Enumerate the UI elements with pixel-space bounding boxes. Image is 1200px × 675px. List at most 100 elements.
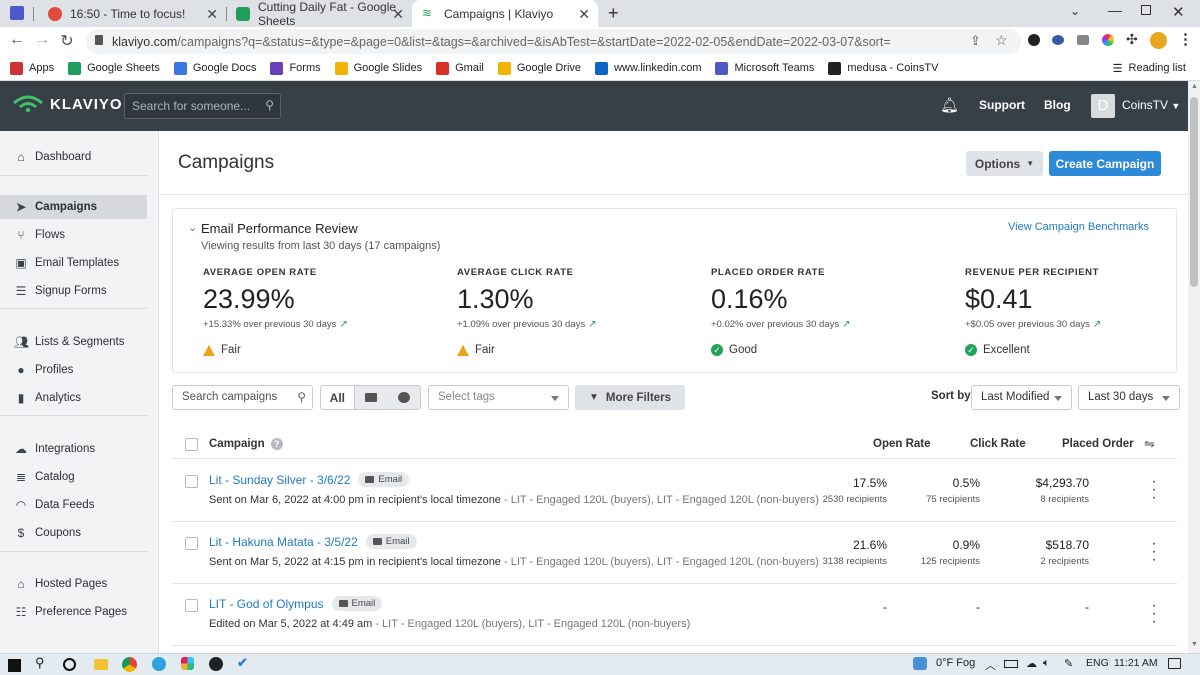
profile-avatar-icon[interactable]	[1150, 32, 1167, 49]
sidebar-item-campaigns[interactable]: ➤ Campaigns	[0, 195, 147, 219]
minimize-button[interactable]: —	[1108, 2, 1122, 18]
campaign-name-link[interactable]: Lit - Sunday Silver - 3/6/22	[209, 473, 350, 487]
scroll-up-arrow-icon[interactable]: ▲	[1191, 83, 1198, 90]
browser-menu-icon[interactable]: ⋮	[1178, 30, 1193, 48]
obs-icon[interactable]	[209, 657, 223, 671]
col-campaign[interactable]: Campaign ?	[209, 438, 283, 450]
forward-icon[interactable]: →	[32, 31, 52, 49]
sidebar-item-dashboard[interactable]: ⌂ Dashboard	[0, 145, 147, 169]
search-someone-input[interactable]: Search for someone... ⚲	[124, 93, 281, 119]
campaign-name-link[interactable]: LIT - God of Olympus	[209, 597, 324, 611]
performance-title[interactable]: Email Performance Review	[201, 221, 358, 236]
avatar[interactable]: D	[1091, 94, 1115, 118]
tags-select[interactable]: Select tags	[428, 385, 569, 410]
lock-icon[interactable]	[95, 35, 103, 45]
reading-list[interactable]: ☰ Reading list	[1113, 62, 1186, 75]
view-benchmarks-link[interactable]: View Campaign Benchmarks	[1008, 221, 1149, 233]
language-indicator[interactable]: ENG	[1086, 657, 1109, 669]
back-icon[interactable]: ←	[7, 31, 27, 49]
sidebar-item-analytics[interactable]: ▮ Analytics	[0, 386, 147, 410]
campaign-name-link[interactable]: Lit - Hakuna Matata - 3/5/22	[209, 535, 358, 549]
bookmark-star-icon[interactable]: ☆	[995, 32, 1008, 49]
notifications-icon[interactable]	[1168, 658, 1181, 669]
slack-icon[interactable]	[181, 657, 194, 670]
date-range-select[interactable]: Last 30 days	[1078, 385, 1180, 410]
sidebar-item-lists-segments[interactable]: 👥︎ Lists & Segments	[0, 330, 147, 354]
row-checkbox[interactable]	[185, 599, 198, 612]
help-icon[interactable]: ?	[270, 438, 283, 450]
sidebar-item-signup-forms[interactable]: ☰ Signup Forms	[0, 279, 147, 303]
window-close-button[interactable]: ✕	[1172, 3, 1185, 21]
sidebar-item-preference-pages[interactable]: ☷ Preference Pages	[0, 600, 147, 624]
pen-icon[interactable]: ✎	[1064, 657, 1073, 670]
telegram-icon[interactable]	[152, 657, 166, 671]
tab-klaviyo[interactable]: ≋ Campaigns | Klaviyo ✕	[412, 0, 598, 27]
bookmark-google-drive[interactable]: Google Drive	[497, 61, 581, 75]
task-view-icon[interactable]	[63, 658, 76, 671]
filter-email[interactable]	[355, 386, 388, 409]
sidebar-item-profiles[interactable]: ● Profiles	[0, 358, 147, 382]
select-all-checkbox[interactable]	[185, 438, 198, 451]
row-menu-icon[interactable]: · · ·	[1150, 598, 1158, 630]
todo-icon[interactable]: ✔	[237, 655, 248, 671]
tab-google-sheets[interactable]: Cutting Daily Fat - Google Sheets ✕	[226, 0, 412, 28]
bookmark-google-sheets[interactable]: Google Sheets	[68, 61, 160, 75]
chrome-icon[interactable]	[122, 657, 137, 672]
more-filters-button[interactable]: ▼ More Filters	[575, 385, 685, 410]
sidebar-item-data-feeds[interactable]: ◠ Data Feeds	[0, 493, 147, 517]
search-icon[interactable]: ⚲	[35, 655, 45, 671]
blog-link[interactable]: Blog	[1044, 98, 1071, 112]
col-placed-order[interactable]: Placed Order	[1062, 438, 1134, 450]
new-tab-button[interactable]: +	[608, 3, 619, 24]
bookmark-microsoft-teams[interactable]: Microsoft Teams	[715, 61, 814, 75]
sidebar-item-email-templates[interactable]: ▣ Email Templates	[0, 251, 147, 275]
table-row[interactable]: Lit - Sunday Silver - 3/6/22 Email Sent on…	[172, 460, 1177, 522]
close-icon[interactable]: ✕	[578, 6, 590, 23]
url-bar[interactable]: klaviyo.com/campaigns?q=&status=&type=&p…	[86, 29, 1021, 54]
collapse-chevron-icon[interactable]: ⌄	[188, 221, 197, 234]
windows-start-icon[interactable]	[8, 659, 21, 672]
file-explorer-icon[interactable]	[94, 659, 108, 670]
klaviyo-logo[interactable]: KLAVIYO	[12, 95, 123, 113]
options-button[interactable]: Options ▼	[966, 151, 1043, 176]
tray-chevron-icon[interactable]: ︿	[985, 657, 996, 673]
sidebar-item-hosted-pages[interactable]: ⌂ Hosted Pages	[0, 572, 147, 596]
row-checkbox[interactable]	[185, 537, 198, 550]
search-campaigns-input[interactable]: Search campaigns ⚲	[172, 385, 313, 410]
table-row[interactable]: Lit - Hakuna Matata - 3/5/22 Email Sent on…	[172, 522, 1177, 584]
bookmark-gmail[interactable]: Gmail	[436, 61, 484, 75]
bookmark-medusa-coinstv[interactable]: medusa - CoinsTV	[828, 61, 938, 75]
clock[interactable]: 11:21 AM	[1114, 657, 1158, 669]
filter-all[interactable]: All	[321, 386, 355, 409]
close-icon[interactable]: ✕	[206, 6, 218, 23]
bookmark-apps[interactable]: Apps	[10, 61, 54, 75]
close-icon[interactable]: ✕	[392, 6, 404, 23]
campaign-name[interactable]: Lit - Sunday Silver - 3/6/22 Email	[209, 472, 410, 487]
camera-icon[interactable]	[1077, 35, 1089, 45]
scroll-down-arrow-icon[interactable]: ▼	[1191, 641, 1198, 648]
bookmark-www-linkedin-com[interactable]: www.linkedin.com	[595, 61, 701, 75]
weather-icon[interactable]	[913, 657, 927, 670]
create-campaign-button[interactable]: Create Campaign	[1049, 151, 1161, 176]
campaign-name[interactable]: LIT - God of Olympus Email	[209, 596, 383, 611]
row-menu-icon[interactable]: · · ·	[1150, 474, 1158, 506]
col-open-rate[interactable]: Open Rate	[873, 438, 931, 450]
color-picker-icon[interactable]	[1102, 34, 1114, 46]
table-row[interactable]: LIT - God of Olympus Email Edited on Mar 5…	[172, 584, 1177, 646]
account-menu[interactable]: CoinsTV ▼	[1122, 98, 1180, 112]
page-scrollbar[interactable]: ▲ ▼	[1188, 81, 1200, 653]
bell-icon[interactable]: 🔔︎	[940, 96, 959, 114]
weather-text[interactable]: 0°F Fog	[936, 657, 975, 669]
campaign-name[interactable]: Lit - Hakuna Matata - 3/5/22 Email	[209, 534, 417, 549]
column-settings-icon[interactable]: ⇋	[1144, 436, 1155, 452]
teams-tab-icon[interactable]	[10, 6, 24, 20]
share-icon[interactable]: ⇪	[970, 33, 981, 49]
volume-icon[interactable]: 🔈︎	[1043, 657, 1050, 670]
support-link[interactable]: Support	[979, 98, 1025, 112]
restore-button[interactable]	[1141, 5, 1151, 15]
reload-icon[interactable]: ↻	[57, 31, 77, 51]
row-checkbox[interactable]	[185, 475, 198, 488]
filter-sms[interactable]	[387, 386, 420, 409]
battery-icon[interactable]	[1004, 660, 1018, 668]
scrollbar-thumb[interactable]	[1190, 97, 1198, 287]
